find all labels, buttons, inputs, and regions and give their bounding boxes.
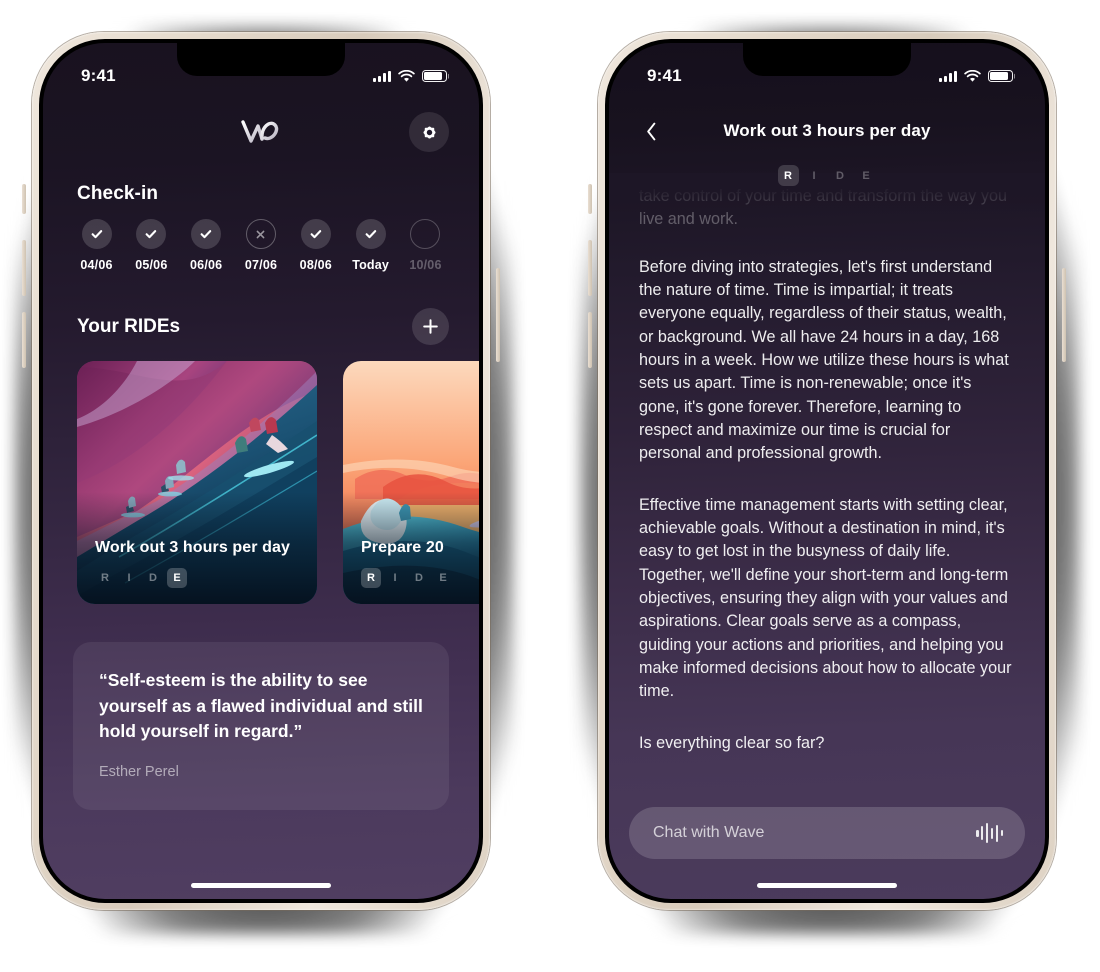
- card-meta: Prepare 20 R I D E: [361, 539, 479, 588]
- article-paragraph: Effective time management starts with se…: [639, 495, 1012, 701]
- status-clock: 9:41: [647, 66, 682, 85]
- quote-card: “Self-esteem is the ability to see yours…: [73, 642, 449, 811]
- ride-step-i: I: [127, 572, 133, 584]
- checkin-day-today[interactable]: Today: [347, 219, 394, 272]
- battery-icon: [422, 69, 447, 83]
- volume-up-button[interactable]: [588, 240, 592, 296]
- chat-input-placeholder[interactable]: Chat with Wave: [653, 824, 764, 842]
- battery-icon: [988, 69, 1013, 83]
- cellular-bars-icon: [939, 70, 957, 82]
- checkin-day[interactable]: 07/06: [237, 219, 284, 272]
- checkin-day-future[interactable]: 10/06: [402, 219, 449, 272]
- ride-progress-steps[interactable]: R I D E: [609, 165, 1045, 186]
- rides-header: Your RIDEs: [43, 308, 479, 345]
- device-frame: 9:41: [22, 32, 500, 910]
- x-icon: [245, 219, 276, 249]
- rides-carousel[interactable]: Work out 3 hours per day R I D E Prepare…: [43, 345, 479, 604]
- ride-progress-steps: R I D E: [95, 568, 303, 588]
- empty-circle-icon: [410, 219, 441, 249]
- status-clock: 9:41: [81, 66, 116, 85]
- wifi-icon: [964, 69, 981, 82]
- ride-card-title: Prepare 20: [361, 539, 444, 556]
- article-paragraph: Before diving into strategies, let's fir…: [639, 257, 1009, 463]
- checkin-day-label: 04/06: [80, 258, 113, 272]
- waveform-icon[interactable]: [976, 823, 1003, 843]
- ride-step-d: D: [149, 572, 159, 584]
- ride-progress-steps: R I D E: [361, 568, 479, 588]
- cellular-bars-icon: [373, 70, 391, 82]
- ride-step-i[interactable]: I: [804, 165, 825, 186]
- device-frame: 9:41: [588, 32, 1066, 910]
- plus-icon: [423, 319, 438, 334]
- checkin-day-label: 10/06: [409, 258, 442, 272]
- ride-card[interactable]: Work out 3 hours per day R I D E: [77, 361, 317, 604]
- silent-switch[interactable]: [588, 184, 592, 214]
- volume-up-button[interactable]: [22, 240, 26, 296]
- gear-icon: [422, 125, 436, 139]
- phone-device-left: 9:41 Check-in 04/06 05/06 06/06 07/06 08…: [14, 26, 514, 934]
- checkin-day[interactable]: 05/06: [128, 219, 175, 272]
- screenshot-stage: 9:41 Check-in 04/06 05/06 06/06 07/06 08…: [0, 0, 1100, 972]
- ride-card[interactable]: Prepare 20 R I D E: [343, 361, 479, 604]
- checkin-row: 04/06 05/06 06/06 07/06 08/06 Today 10/0…: [43, 205, 479, 272]
- phone-device-right: 9:41 Work out 3 hours per day R I D E ta…: [580, 26, 1080, 934]
- check-icon: [191, 219, 222, 249]
- article-screen: 9:41 Work out 3 hours per day R I D E ta…: [609, 43, 1045, 899]
- ride-step-e[interactable]: E: [856, 165, 877, 186]
- ride-step-r[interactable]: R: [777, 165, 799, 186]
- power-button[interactable]: [1062, 268, 1066, 362]
- article-paragraph: Is everything clear so far?: [639, 733, 825, 752]
- checkin-day[interactable]: 06/06: [183, 219, 230, 272]
- check-icon: [300, 219, 331, 249]
- ride-step-i: I: [393, 572, 399, 584]
- device-bezel: 9:41: [605, 39, 1049, 903]
- silent-switch[interactable]: [22, 184, 26, 214]
- home-indicator[interactable]: [191, 883, 331, 888]
- checkin-day-label: 05/06: [135, 258, 168, 272]
- wifi-icon: [398, 69, 415, 82]
- checkin-day[interactable]: 04/06: [73, 219, 120, 272]
- status-icons: [373, 69, 447, 83]
- add-ride-button[interactable]: [412, 308, 449, 345]
- ride-step-d: D: [415, 572, 425, 584]
- check-icon: [355, 219, 386, 249]
- settings-button[interactable]: [409, 112, 449, 152]
- checkin-day[interactable]: 08/06: [292, 219, 339, 272]
- volume-down-button[interactable]: [22, 312, 26, 368]
- rides-title: Your RIDEs: [77, 315, 181, 337]
- status-bar: 9:41: [609, 43, 1045, 95]
- volume-down-button[interactable]: [588, 312, 592, 368]
- status-bar: 9:41: [43, 43, 479, 95]
- article-paragraph-faded: take control of your time and transform …: [639, 187, 1007, 229]
- wave-logo-icon: [241, 120, 279, 143]
- quote-author: Esther Perel: [99, 764, 179, 781]
- app-header: [43, 103, 479, 161]
- checkin-day-label: 08/06: [299, 258, 332, 272]
- navigation-bar: Work out 3 hours per day: [609, 109, 1045, 153]
- chat-input-bar[interactable]: Chat with Wave: [629, 807, 1025, 859]
- checkin-title: Check-in: [77, 183, 159, 204]
- back-button[interactable]: [637, 117, 665, 145]
- status-icons: [939, 69, 1013, 83]
- device-bezel: 9:41: [39, 39, 483, 903]
- checkin-day-label: Today: [352, 258, 390, 272]
- page-title: Work out 3 hours per day: [723, 121, 931, 140]
- ride-step-e: E: [439, 572, 449, 584]
- check-icon: [136, 219, 167, 249]
- quote-text: “Self-esteem is the ability to see yours…: [99, 670, 423, 742]
- ride-step-r: R: [101, 572, 111, 584]
- ride-card-title: Work out 3 hours per day: [95, 539, 291, 556]
- home-indicator[interactable]: [757, 883, 897, 888]
- article-body[interactable]: take control of your time and transform …: [609, 185, 1045, 807]
- card-meta: Work out 3 hours per day R I D E: [95, 539, 303, 588]
- ride-step-r: R: [361, 568, 381, 588]
- chevron-left-icon: [646, 122, 655, 140]
- checkin-day-label: 07/06: [244, 258, 278, 272]
- home-screen: 9:41 Check-in 04/06 05/06 06/06 07/06 08…: [43, 43, 479, 899]
- checkin-day-label: 06/06: [190, 258, 223, 272]
- power-button[interactable]: [496, 268, 500, 362]
- ride-step-e: E: [167, 568, 187, 588]
- check-icon: [81, 219, 112, 249]
- ride-step-d[interactable]: D: [830, 165, 851, 186]
